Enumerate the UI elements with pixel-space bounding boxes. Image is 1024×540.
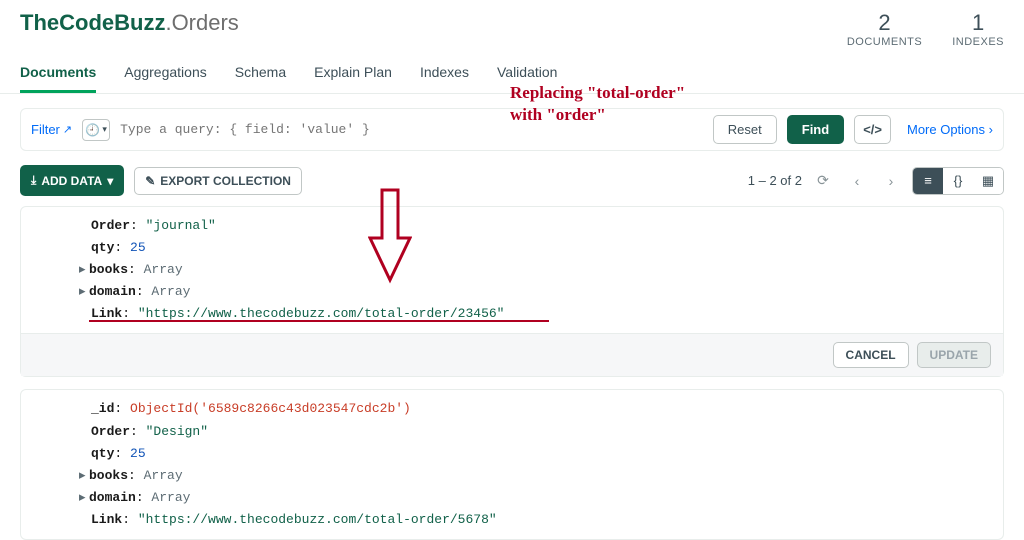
update-button[interactable]: UPDATE: [917, 342, 991, 368]
doc-field-link: Link: "https://www.thecodebuzz.com/total…: [91, 303, 1003, 325]
db-name: TheCodeBuzz: [20, 10, 165, 35]
refresh-button[interactable]: ⟳: [810, 168, 836, 194]
doc-field[interactable]: ▸books: Array: [91, 465, 1003, 487]
download-icon: ⤓: [31, 173, 36, 188]
caret-right-icon[interactable]: ▸: [79, 487, 89, 509]
doc-field: Order: "journal": [91, 215, 1003, 237]
add-data-button[interactable]: ⤓ ADD DATA ▾: [20, 165, 124, 196]
document-card: Order: "journal" qty: 25 ▸books: Array ▸…: [20, 206, 1004, 377]
find-button[interactable]: Find: [787, 115, 844, 144]
caret-right-icon[interactable]: ▸: [79, 281, 89, 303]
more-options-link[interactable]: More Options ›: [907, 122, 993, 137]
export-icon: ✎: [145, 174, 155, 188]
document-card: _id: ObjectId('6589c8266c43d023547cdc2b'…: [20, 389, 1004, 540]
view-table-button[interactable]: ▦: [973, 168, 1003, 194]
chevron-down-icon: ▾: [107, 174, 113, 188]
reset-button[interactable]: Reset: [713, 115, 777, 144]
doc-field-link: Link: "https://www.thecodebuzz.com/total…: [91, 509, 1003, 531]
annotation-note: Replacing "total-order" with "order": [510, 82, 685, 126]
export-collection-button[interactable]: ✎ EXPORT COLLECTION: [134, 167, 302, 195]
clock-icon: 🕘: [85, 123, 100, 137]
filter-link[interactable]: Filter ↗: [31, 122, 72, 137]
doc-field[interactable]: ▸domain: Array: [91, 487, 1003, 509]
doc-field: qty: 25: [91, 443, 1003, 465]
table-icon: ▦: [982, 173, 994, 189]
refresh-icon: ⟳: [817, 172, 829, 189]
view-json-button[interactable]: {}: [943, 168, 973, 194]
code-toggle-button[interactable]: </>: [854, 115, 891, 144]
cancel-button[interactable]: CANCEL: [833, 342, 909, 368]
history-button[interactable]: 🕘▾: [82, 119, 110, 141]
next-page-button[interactable]: ›: [878, 168, 904, 194]
coll-name: .Orders: [165, 10, 238, 35]
tab-documents[interactable]: Documents: [20, 64, 96, 93]
view-list-button[interactable]: ≡: [913, 168, 943, 194]
external-link-icon: ↗: [63, 123, 72, 136]
caret-right-icon[interactable]: ▸: [79, 259, 89, 281]
stat-indexes: 1 INDEXES: [952, 10, 1004, 48]
tab-schema[interactable]: Schema: [235, 64, 286, 93]
chevron-right-icon: ›: [889, 173, 894, 189]
doc-field: qty: 25: [91, 237, 1003, 259]
doc-field: Order: "Design": [91, 421, 1003, 443]
pager-text: 1 – 2 of 2: [748, 173, 802, 188]
list-icon: ≡: [924, 173, 932, 188]
tab-indexes[interactable]: Indexes: [420, 64, 469, 93]
collection-title: TheCodeBuzz.Orders: [20, 10, 239, 36]
prev-page-button[interactable]: ‹: [844, 168, 870, 194]
doc-field[interactable]: ▸books: Array: [91, 259, 1003, 281]
doc-field[interactable]: ▸domain: Array: [91, 281, 1003, 303]
view-toggle: ≡ {} ▦: [912, 167, 1004, 195]
stat-documents: 2 DOCUMENTS: [847, 10, 922, 48]
doc-field: _id: ObjectId('6589c8266c43d023547cdc2b'…: [91, 398, 1003, 420]
doc-edit-actions: CANCEL UPDATE: [21, 333, 1003, 376]
documents-toolbar: ⤓ ADD DATA ▾ ✎ EXPORT COLLECTION 1 – 2 o…: [0, 151, 1024, 206]
chevron-left-icon: ‹: [855, 173, 860, 189]
caret-right-icon[interactable]: ▸: [79, 465, 89, 487]
annotation-underline: [89, 320, 549, 322]
chevron-down-icon: ▾: [102, 124, 107, 135]
tab-aggregations[interactable]: Aggregations: [124, 64, 207, 93]
chevron-right-icon: ›: [989, 122, 993, 137]
tab-explain-plan[interactable]: Explain Plan: [314, 64, 392, 93]
